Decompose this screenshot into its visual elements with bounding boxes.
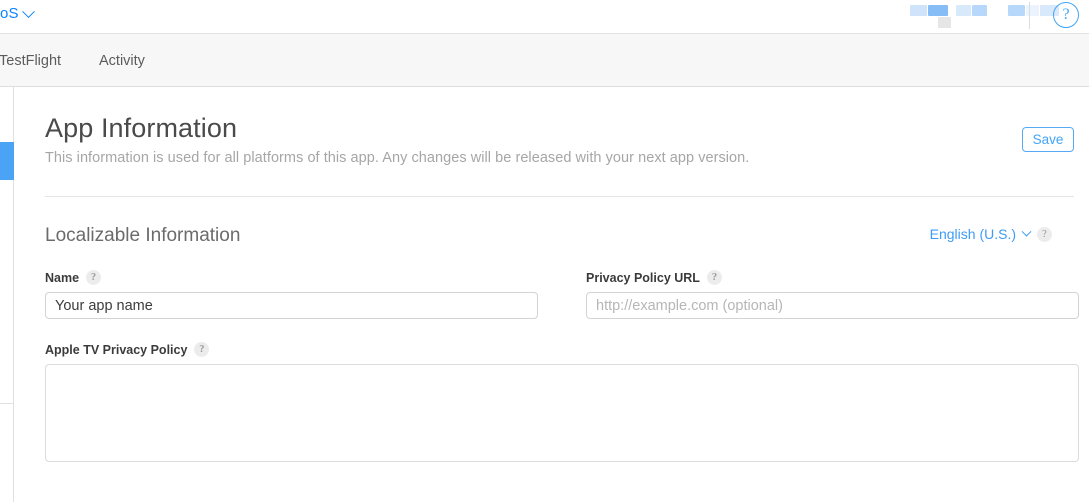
main-content: App Information This information is used… xyxy=(15,87,1089,502)
privacy-policy-url-label-text: Privacy Policy URL xyxy=(586,270,700,285)
name-field-label: Name ? xyxy=(45,270,102,285)
name-help-icon[interactable]: ? xyxy=(86,270,102,285)
redacted-account-info xyxy=(905,3,1059,28)
name-label-text: Name xyxy=(45,270,80,285)
page-title: App Information xyxy=(45,113,238,143)
language-selector[interactable]: English (U.S.) ? xyxy=(930,226,1052,242)
sidebar-item-selected[interactable] xyxy=(0,142,14,180)
privacy-policy-url-input[interactable] xyxy=(586,292,1079,319)
section-title-localizable-information: Localizable Information xyxy=(45,225,241,246)
platform-selector[interactable]: oS xyxy=(0,4,35,24)
tab-activity[interactable]: Activity xyxy=(99,53,145,69)
page-subtitle: This information is used for all platfor… xyxy=(45,150,750,166)
redacted-block xyxy=(928,5,948,16)
redacted-block xyxy=(972,5,987,16)
section-divider xyxy=(45,196,1074,197)
apple-tv-privacy-policy-textarea[interactable] xyxy=(45,364,1079,462)
question-mark-circle-icon[interactable]: ? xyxy=(1053,2,1079,28)
redacted-block xyxy=(956,5,971,16)
top-bar: oS ? xyxy=(0,0,1089,33)
redacted-block xyxy=(1026,5,1039,16)
redacted-block xyxy=(910,5,927,16)
language-help-icon[interactable]: ? xyxy=(1037,226,1052,242)
language-selector-label: English (U.S.) xyxy=(929,226,1016,242)
privacy-policy-url-help-icon[interactable]: ? xyxy=(706,270,722,285)
save-button[interactable]: Save xyxy=(1022,127,1074,152)
apple-tv-privacy-policy-help-icon[interactable]: ? xyxy=(194,342,210,357)
redacted-block xyxy=(1008,5,1025,16)
sidebar xyxy=(0,87,14,502)
chevron-down-icon xyxy=(1021,226,1032,237)
tab-bar: TestFlight Activity xyxy=(0,33,1089,87)
app-root: oS ? TestFlight Activity App Information… xyxy=(0,0,1089,502)
apple-tv-privacy-policy-label-text: Apple TV Privacy Policy xyxy=(45,342,188,357)
redacted-block xyxy=(938,17,951,28)
tab-testflight[interactable]: TestFlight xyxy=(0,53,61,69)
apple-tv-privacy-policy-field-label: Apple TV Privacy Policy ? xyxy=(45,342,210,357)
sidebar-divider xyxy=(0,403,13,404)
chevron-down-icon xyxy=(21,4,35,18)
privacy-policy-url-field-label: Privacy Policy URL ? xyxy=(586,270,722,285)
top-bar-divider xyxy=(1029,2,1030,29)
platform-selector-label: oS xyxy=(0,5,19,22)
name-input[interactable] xyxy=(45,292,538,319)
